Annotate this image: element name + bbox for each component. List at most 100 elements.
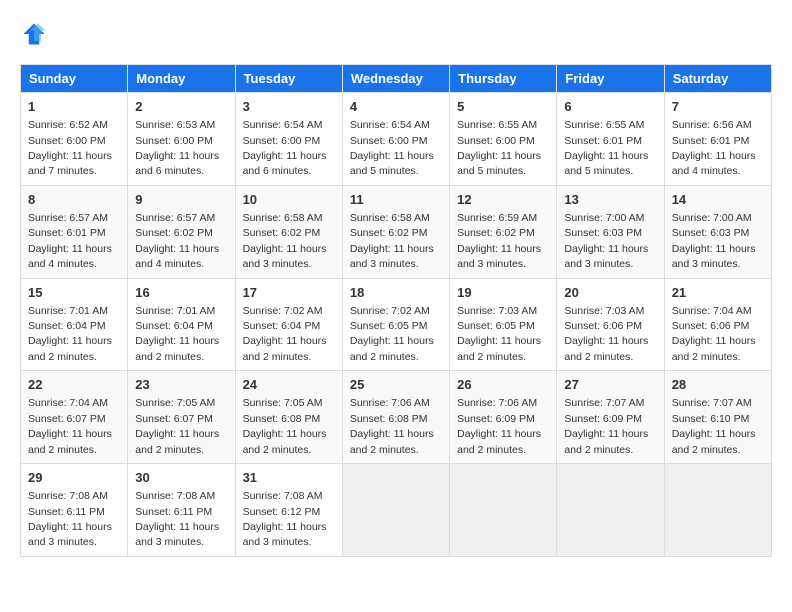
day-number: 7	[672, 98, 764, 116]
day-number: 24	[243, 376, 335, 394]
day-info: Sunrise: 7:00 AM Sunset: 6:03 PM Dayligh…	[564, 212, 648, 270]
day-number: 22	[28, 376, 120, 394]
calendar-cell: 1 Sunrise: 6:52 AM Sunset: 6:00 PM Daylig…	[21, 93, 128, 186]
day-info: Sunrise: 6:52 AM Sunset: 6:00 PM Dayligh…	[28, 119, 112, 177]
day-number: 28	[672, 376, 764, 394]
day-number: 30	[135, 469, 227, 487]
day-info: Sunrise: 7:03 AM Sunset: 6:05 PM Dayligh…	[457, 305, 541, 363]
calendar-cell: 4 Sunrise: 6:54 AM Sunset: 6:00 PM Daylig…	[342, 93, 449, 186]
day-info: Sunrise: 7:06 AM Sunset: 6:09 PM Dayligh…	[457, 397, 541, 455]
calendar-cell: 22 Sunrise: 7:04 AM Sunset: 6:07 PM Dayli…	[21, 371, 128, 464]
day-number: 31	[243, 469, 335, 487]
day-header-sunday: Sunday	[21, 65, 128, 93]
day-info: Sunrise: 7:01 AM Sunset: 6:04 PM Dayligh…	[135, 305, 219, 363]
day-info: Sunrise: 6:53 AM Sunset: 6:00 PM Dayligh…	[135, 119, 219, 177]
day-info: Sunrise: 6:54 AM Sunset: 6:00 PM Dayligh…	[243, 119, 327, 177]
day-number: 17	[243, 284, 335, 302]
calendar-cell: 14 Sunrise: 7:00 AM Sunset: 6:03 PM Dayli…	[664, 185, 771, 278]
day-number: 11	[350, 191, 442, 209]
calendar-week-row: 15 Sunrise: 7:01 AM Sunset: 6:04 PM Dayli…	[21, 278, 772, 371]
calendar-cell: 7Sunrise: 6:56 AM Sunset: 6:01 PM Daylig…	[664, 93, 771, 186]
calendar-cell	[450, 464, 557, 557]
generalblue-logo-icon	[20, 20, 48, 48]
calendar-cell: 2 Sunrise: 6:53 AM Sunset: 6:00 PM Daylig…	[128, 93, 235, 186]
calendar-cell: 29Sunrise: 7:08 AM Sunset: 6:11 PM Dayli…	[21, 464, 128, 557]
calendar-cell: 21 Sunrise: 7:04 AM Sunset: 6:06 PM Dayli…	[664, 278, 771, 371]
day-number: 26	[457, 376, 549, 394]
day-number: 9	[135, 191, 227, 209]
logo	[20, 20, 52, 48]
day-number: 18	[350, 284, 442, 302]
calendar-cell: 8Sunrise: 6:57 AM Sunset: 6:01 PM Daylig…	[21, 185, 128, 278]
day-info: Sunrise: 7:07 AM Sunset: 6:10 PM Dayligh…	[672, 397, 756, 455]
day-header-saturday: Saturday	[664, 65, 771, 93]
calendar-cell: 26 Sunrise: 7:06 AM Sunset: 6:09 PM Dayli…	[450, 371, 557, 464]
calendar-cell	[342, 464, 449, 557]
day-info: Sunrise: 6:58 AM Sunset: 6:02 PM Dayligh…	[243, 212, 327, 270]
day-info: Sunrise: 6:57 AM Sunset: 6:02 PM Dayligh…	[135, 212, 219, 270]
day-number: 10	[243, 191, 335, 209]
calendar-cell: 13 Sunrise: 7:00 AM Sunset: 6:03 PM Dayli…	[557, 185, 664, 278]
day-info: Sunrise: 7:02 AM Sunset: 6:04 PM Dayligh…	[243, 305, 327, 363]
calendar-cell: 16 Sunrise: 7:01 AM Sunset: 6:04 PM Dayli…	[128, 278, 235, 371]
calendar-table: SundayMondayTuesdayWednesdayThursdayFrid…	[20, 64, 772, 557]
calendar-cell: 15 Sunrise: 7:01 AM Sunset: 6:04 PM Dayli…	[21, 278, 128, 371]
day-info: Sunrise: 6:59 AM Sunset: 6:02 PM Dayligh…	[457, 212, 541, 270]
calendar-cell: 23 Sunrise: 7:05 AM Sunset: 6:07 PM Dayli…	[128, 371, 235, 464]
day-info: Sunrise: 6:58 AM Sunset: 6:02 PM Dayligh…	[350, 212, 434, 270]
day-number: 13	[564, 191, 656, 209]
day-info: Sunrise: 6:55 AM Sunset: 6:01 PM Dayligh…	[564, 119, 648, 177]
calendar-cell: 24 Sunrise: 7:05 AM Sunset: 6:08 PM Dayli…	[235, 371, 342, 464]
day-number: 1	[28, 98, 120, 116]
day-info: Sunrise: 7:00 AM Sunset: 6:03 PM Dayligh…	[672, 212, 756, 270]
day-header-thursday: Thursday	[450, 65, 557, 93]
day-info: Sunrise: 7:05 AM Sunset: 6:07 PM Dayligh…	[135, 397, 219, 455]
day-number: 8	[28, 191, 120, 209]
calendar-cell: 30 Sunrise: 7:08 AM Sunset: 6:11 PM Dayli…	[128, 464, 235, 557]
calendar-cell: 11 Sunrise: 6:58 AM Sunset: 6:02 PM Dayli…	[342, 185, 449, 278]
calendar-cell: 25Sunrise: 7:06 AM Sunset: 6:08 PM Dayli…	[342, 371, 449, 464]
day-number: 3	[243, 98, 335, 116]
calendar-cell: 28 Sunrise: 7:07 AM Sunset: 6:10 PM Dayli…	[664, 371, 771, 464]
day-number: 12	[457, 191, 549, 209]
day-number: 6	[564, 98, 656, 116]
day-header-monday: Monday	[128, 65, 235, 93]
calendar-header-row: SundayMondayTuesdayWednesdayThursdayFrid…	[21, 65, 772, 93]
day-info: Sunrise: 7:07 AM Sunset: 6:09 PM Dayligh…	[564, 397, 648, 455]
calendar-week-row: 22 Sunrise: 7:04 AM Sunset: 6:07 PM Dayli…	[21, 371, 772, 464]
day-number: 23	[135, 376, 227, 394]
day-number: 16	[135, 284, 227, 302]
day-info: Sunrise: 7:08 AM Sunset: 6:12 PM Dayligh…	[243, 490, 327, 548]
day-info: Sunrise: 7:04 AM Sunset: 6:06 PM Dayligh…	[672, 305, 756, 363]
day-number: 19	[457, 284, 549, 302]
day-number: 20	[564, 284, 656, 302]
calendar-week-row: 29Sunrise: 7:08 AM Sunset: 6:11 PM Dayli…	[21, 464, 772, 557]
calendar-cell: 10 Sunrise: 6:58 AM Sunset: 6:02 PM Dayli…	[235, 185, 342, 278]
day-info: Sunrise: 7:03 AM Sunset: 6:06 PM Dayligh…	[564, 305, 648, 363]
day-number: 2	[135, 98, 227, 116]
calendar-cell: 31 Sunrise: 7:08 AM Sunset: 6:12 PM Dayli…	[235, 464, 342, 557]
calendar-cell	[664, 464, 771, 557]
calendar-cell: 18 Sunrise: 7:02 AM Sunset: 6:05 PM Dayli…	[342, 278, 449, 371]
calendar-cell: 6 Sunrise: 6:55 AM Sunset: 6:01 PM Daylig…	[557, 93, 664, 186]
day-info: Sunrise: 7:04 AM Sunset: 6:07 PM Dayligh…	[28, 397, 112, 455]
day-header-friday: Friday	[557, 65, 664, 93]
day-info: Sunrise: 7:01 AM Sunset: 6:04 PM Dayligh…	[28, 305, 112, 363]
day-number: 27	[564, 376, 656, 394]
calendar-cell: 3 Sunrise: 6:54 AM Sunset: 6:00 PM Daylig…	[235, 93, 342, 186]
calendar-cell: 9 Sunrise: 6:57 AM Sunset: 6:02 PM Daylig…	[128, 185, 235, 278]
day-number: 4	[350, 98, 442, 116]
day-number: 21	[672, 284, 764, 302]
day-number: 15	[28, 284, 120, 302]
day-info: Sunrise: 7:08 AM Sunset: 6:11 PM Dayligh…	[135, 490, 219, 548]
calendar-cell	[557, 464, 664, 557]
day-info: Sunrise: 7:05 AM Sunset: 6:08 PM Dayligh…	[243, 397, 327, 455]
calendar-week-row: 8Sunrise: 6:57 AM Sunset: 6:01 PM Daylig…	[21, 185, 772, 278]
calendar-cell: 20 Sunrise: 7:03 AM Sunset: 6:06 PM Dayli…	[557, 278, 664, 371]
day-info: Sunrise: 6:54 AM Sunset: 6:00 PM Dayligh…	[350, 119, 434, 177]
calendar-cell: 19 Sunrise: 7:03 AM Sunset: 6:05 PM Dayli…	[450, 278, 557, 371]
day-info: Sunrise: 7:02 AM Sunset: 6:05 PM Dayligh…	[350, 305, 434, 363]
calendar-cell: 12 Sunrise: 6:59 AM Sunset: 6:02 PM Dayli…	[450, 185, 557, 278]
day-number: 14	[672, 191, 764, 209]
calendar-week-row: 1 Sunrise: 6:52 AM Sunset: 6:00 PM Daylig…	[21, 93, 772, 186]
